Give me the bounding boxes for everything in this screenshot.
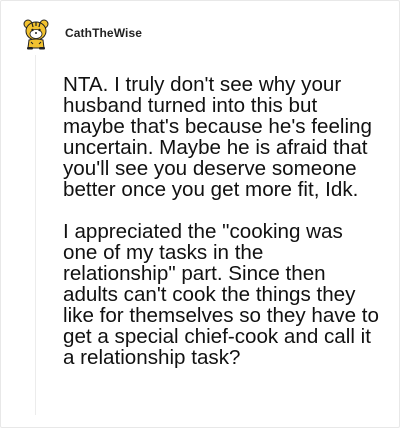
- comment-card: CathTheWise NTA. I truly don't see why y…: [0, 0, 400, 428]
- comment-username[interactable]: CathTheWise: [65, 26, 142, 40]
- comment-body: NTA. I truly don't see why your husband …: [63, 73, 379, 369]
- tiger-mascot-icon: [23, 19, 49, 50]
- thread-line[interactable]: [35, 55, 36, 415]
- comment-header: CathTheWise: [19, 13, 142, 53]
- avatar[interactable]: [19, 16, 53, 50]
